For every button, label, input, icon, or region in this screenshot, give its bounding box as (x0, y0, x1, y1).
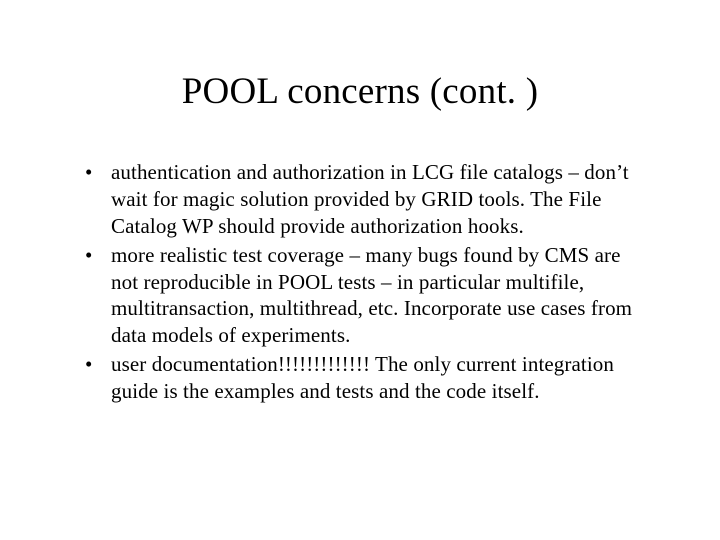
slide-title: POOL concerns (cont. ) (75, 70, 645, 113)
slide: POOL concerns (cont. ) authentication an… (0, 0, 720, 540)
list-item: user documentation!!!!!!!!!!!!! The only… (75, 351, 645, 405)
list-item: more realistic test coverage – many bugs… (75, 242, 645, 350)
bullet-list: authentication and authorization in LCG … (75, 159, 645, 405)
list-item: authentication and authorization in LCG … (75, 159, 645, 240)
